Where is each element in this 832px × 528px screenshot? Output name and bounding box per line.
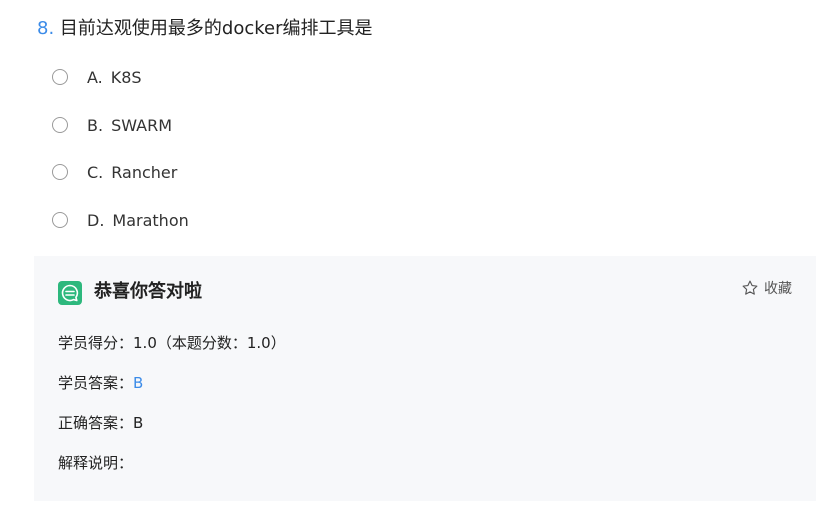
option-label: SWARM xyxy=(111,115,173,135)
radio-circle-icon[interactable] xyxy=(52,212,68,228)
correct-answer-value: B xyxy=(133,414,144,432)
favorite-label[interactable]: 收藏 xyxy=(764,278,792,298)
correct-answer-line: 正确答案：B xyxy=(58,412,143,434)
result-panel: 恭喜你答对啦 收藏 学员得分：1.0（本题分数：1.0） 学员答案：B 正确答案… xyxy=(34,256,816,501)
explanation-line: 解释说明： xyxy=(58,452,133,474)
option-b[interactable]: B. SWARM xyxy=(52,114,172,136)
option-label: Marathon xyxy=(112,210,189,230)
option-label: K8S xyxy=(110,67,142,87)
correct-answer-label: 正确答案： xyxy=(58,414,134,432)
option-d[interactable]: D. Marathon xyxy=(52,209,189,231)
question-title: 8. 目前达观使用最多的docker编排工具是 xyxy=(37,17,373,41)
explanation-label: 解释说明： xyxy=(58,454,134,472)
radio-circle-icon[interactable] xyxy=(52,164,68,180)
student-answer-value: B xyxy=(133,374,144,392)
favorite-button[interactable]: 收藏 xyxy=(741,278,792,298)
star-outline-icon[interactable] xyxy=(741,279,759,297)
result-title: 恭喜你答对啦 xyxy=(94,281,202,302)
score-label: 学员得分： xyxy=(58,334,134,352)
option-letter: C. xyxy=(87,162,104,182)
radio-circle-icon[interactable] xyxy=(52,117,68,133)
question-text: 目前达观使用最多的docker编排工具是 xyxy=(59,18,373,39)
option-letter: D. xyxy=(87,210,105,230)
student-answer-line: 学员答案：B xyxy=(58,372,143,394)
radio-circle-icon[interactable] xyxy=(52,69,68,85)
option-letter: A. xyxy=(87,67,103,87)
option-label: Rancher xyxy=(111,162,178,182)
student-answer-label: 学员答案： xyxy=(58,374,134,392)
option-letter: B. xyxy=(87,115,104,135)
score-line: 学员得分：1.0（本题分数：1.0） xyxy=(58,332,286,354)
question-number: 8. xyxy=(37,18,55,39)
option-a[interactable]: A. K8S xyxy=(52,66,142,88)
chat-bubble-icon xyxy=(58,281,82,305)
option-c[interactable]: C. Rancher xyxy=(52,161,177,183)
score-value: 1.0（本题分数：1.0） xyxy=(133,334,286,352)
